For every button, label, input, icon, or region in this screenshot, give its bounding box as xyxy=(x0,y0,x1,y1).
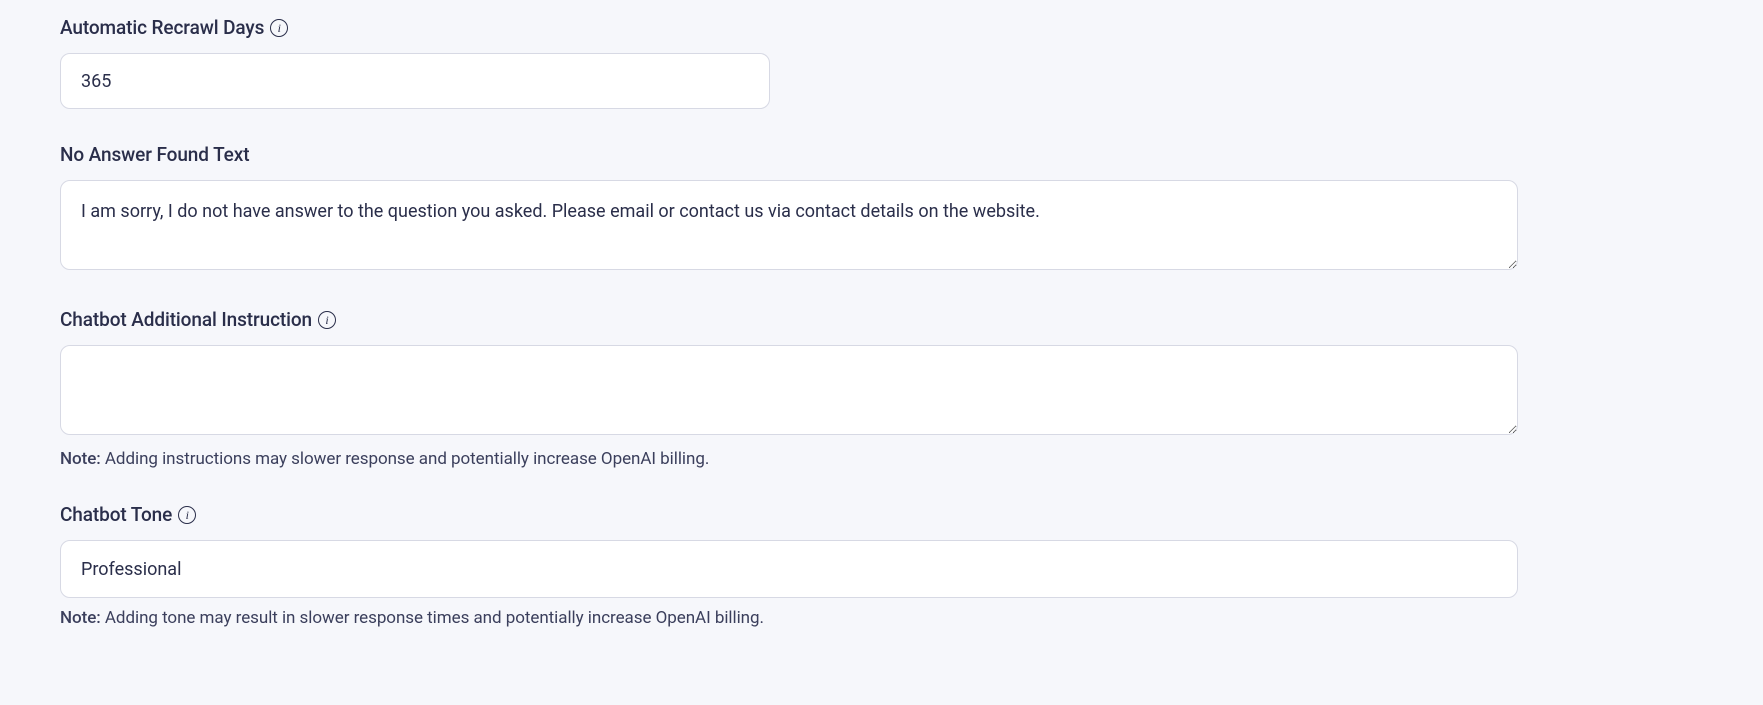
recrawl-days-field-group: Automatic Recrawl Days i xyxy=(60,16,1703,109)
additional-instruction-field-group: Chatbot Additional Instruction i Note: A… xyxy=(60,308,1703,469)
recrawl-days-label-row: Automatic Recrawl Days i xyxy=(60,16,1703,39)
info-icon[interactable]: i xyxy=(270,19,288,37)
additional-instruction-label-row: Chatbot Additional Instruction i xyxy=(60,308,1703,331)
note-text: Adding instructions may slower response … xyxy=(101,449,710,469)
additional-instruction-note: Note: Adding instructions may slower res… xyxy=(60,449,1703,469)
chatbot-tone-field-group: Chatbot Tone i Professional Note: Adding… xyxy=(60,503,1703,628)
info-icon[interactable]: i xyxy=(318,311,336,329)
chatbot-tone-label-row: Chatbot Tone i xyxy=(60,503,1703,526)
additional-instruction-textarea[interactable] xyxy=(60,345,1518,435)
recrawl-days-input[interactable] xyxy=(60,53,770,109)
no-answer-textarea[interactable] xyxy=(60,180,1518,270)
info-icon[interactable]: i xyxy=(178,506,196,524)
additional-instruction-label: Chatbot Additional Instruction xyxy=(60,308,312,331)
recrawl-days-label: Automatic Recrawl Days xyxy=(60,16,264,39)
chatbot-tone-note: Note: Adding tone may result in slower r… xyxy=(60,608,1703,628)
note-prefix: Note: xyxy=(60,449,101,469)
no-answer-field-group: No Answer Found Text xyxy=(60,143,1703,274)
no-answer-label-row: No Answer Found Text xyxy=(60,143,1703,166)
no-answer-label: No Answer Found Text xyxy=(60,143,249,166)
chatbot-tone-select-wrapper: Professional xyxy=(60,540,1518,598)
settings-form: Automatic Recrawl Days i No Answer Found… xyxy=(0,0,1763,648)
chatbot-tone-select[interactable]: Professional xyxy=(60,540,1518,598)
chatbot-tone-label: Chatbot Tone xyxy=(60,503,172,526)
note-prefix: Note: xyxy=(60,608,101,628)
note-text: Adding tone may result in slower respons… xyxy=(101,608,764,628)
